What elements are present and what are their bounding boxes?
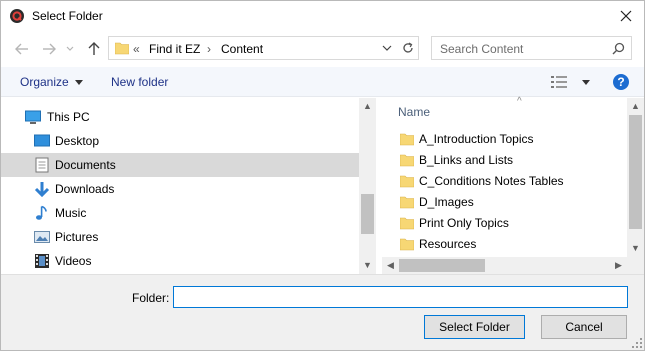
file-name: A_Introduction Topics [419,132,534,146]
list-item[interactable]: D_Images [398,192,618,213]
column-header-name[interactable]: Name [398,105,430,119]
folder-icon [400,154,414,167]
search-placeholder: Search Content [440,42,524,56]
tree-label: Music [55,206,87,220]
file-list-pane: ^ Name A_Introduction Topics B_Links and… [382,96,644,274]
quickhelp-q-icon [10,9,24,23]
scroll-up-arrow-icon[interactable]: ▲ [627,98,644,115]
folder-name-input[interactable] [173,286,628,308]
folder-icon [400,217,414,230]
folder-label: Folder: [132,291,170,305]
folder-icon [115,42,129,55]
close-icon[interactable] [616,6,636,26]
list-item[interactable]: C_Conditions Notes Tables [398,171,618,192]
search-icon[interactable] [612,42,625,55]
folder-icon [400,238,414,251]
tree-item-downloads[interactable]: Downloads [1,177,359,201]
list-item[interactable]: B_Links and Lists [398,150,618,171]
refresh-icon [403,42,413,53]
scroll-left-arrow-icon[interactable]: ◀ [382,257,399,274]
desktop-icon [34,134,50,147]
videos-icon [35,254,49,268]
navigation-pane-scrollbar[interactable]: ▲ ▼ [359,98,376,274]
folder-icon [400,196,414,209]
tree-label: This PC [47,110,90,124]
scrollbar-corner [627,257,644,274]
breadcrumb-find-it-ez[interactable]: Find it EZ [149,42,200,56]
refresh-button[interactable] [397,36,419,60]
dialog-footer: Folder: Select Folder Cancel [1,274,644,350]
scroll-right-arrow-icon[interactable]: ▶ [610,257,627,274]
file-list-vertical-scrollbar[interactable]: ▲ ▼ [627,98,644,257]
cancel-button[interactable]: Cancel [541,315,627,339]
music-icon [36,205,47,220]
dialog-title: Select Folder [32,9,103,23]
view-options-chevron-icon[interactable] [582,80,590,85]
address-bar[interactable]: « Find it EZ › Content [108,36,419,60]
forward-arrow-icon[interactable] [41,41,57,57]
select-folder-button[interactable]: Select Folder [424,315,525,339]
file-name: D_Images [419,195,474,209]
tree-label: Downloads [55,182,115,196]
tree-item-desktop[interactable]: Desktop [1,129,359,153]
scroll-up-arrow-icon[interactable]: ▲ [359,98,376,115]
breadcrumb-overflow[interactable]: « [133,42,140,56]
scroll-down-arrow-icon[interactable]: ▼ [359,257,376,274]
tree-label: Videos [55,254,92,268]
sort-ascending-icon: ^ [517,96,522,107]
organize-menu-button[interactable]: Organize [20,75,83,89]
list-item[interactable]: Print Only Topics [398,213,618,234]
scroll-down-arrow-icon[interactable]: ▼ [627,240,644,257]
folder-icon [400,133,414,146]
breadcrumb-separator[interactable]: › [207,42,211,56]
documents-icon [35,157,49,173]
new-folder-button[interactable]: New folder [111,75,168,89]
computer-icon [25,110,41,124]
back-arrow-icon[interactable] [14,41,30,57]
tree-label: Desktop [55,134,100,148]
list-item[interactable]: Resources [398,234,618,255]
folder-icon [400,175,414,188]
resize-grip-icon[interactable] [632,338,642,348]
scrollbar-thumb[interactable] [399,259,485,272]
up-arrow-icon[interactable] [86,41,102,57]
navigation-pane: This PC Desktop Documents Downloads Musi… [1,98,376,274]
breadcrumb-content[interactable]: Content [221,42,263,56]
scrollbar-thumb[interactable] [629,115,642,229]
tree-item-this-pc[interactable]: This PC [1,105,359,129]
file-name: Resources [419,237,477,251]
list-item[interactable]: A_Introduction Topics [398,129,618,150]
file-name: B_Links and Lists [419,153,514,167]
title-bar: Select Folder [1,1,644,31]
scrollbar-thumb[interactable] [361,194,374,234]
select-folder-dialog: Select Folder « Find it EZ › Content Sea… [0,0,645,351]
pictures-icon [34,231,50,243]
search-input[interactable]: Search Content [431,36,632,60]
tree-label: Pictures [55,230,99,244]
organize-label: Organize [20,75,69,89]
chevron-down-icon [74,80,83,86]
address-dropdown-icon[interactable] [381,41,393,55]
chevron-down-icon[interactable] [65,41,75,57]
tree-item-videos[interactable]: Videos [1,249,359,273]
tree-label: Documents [55,158,116,172]
tree-item-pictures[interactable]: Pictures [1,225,359,249]
command-toolbar: Organize New folder ? [1,67,644,97]
downloads-icon [34,182,50,197]
tree-item-music[interactable]: Music [1,201,359,225]
file-name: Print Only Topics [419,216,509,230]
file-list-horizontal-scrollbar[interactable]: ◀ ▶ [382,257,627,274]
details-view-icon[interactable] [551,76,567,88]
help-icon[interactable]: ? [613,74,629,90]
navigation-bar: « Find it EZ › Content Search Content [1,31,644,67]
file-name: C_Conditions Notes Tables [419,174,564,188]
tree-item-documents[interactable]: Documents [1,153,359,177]
